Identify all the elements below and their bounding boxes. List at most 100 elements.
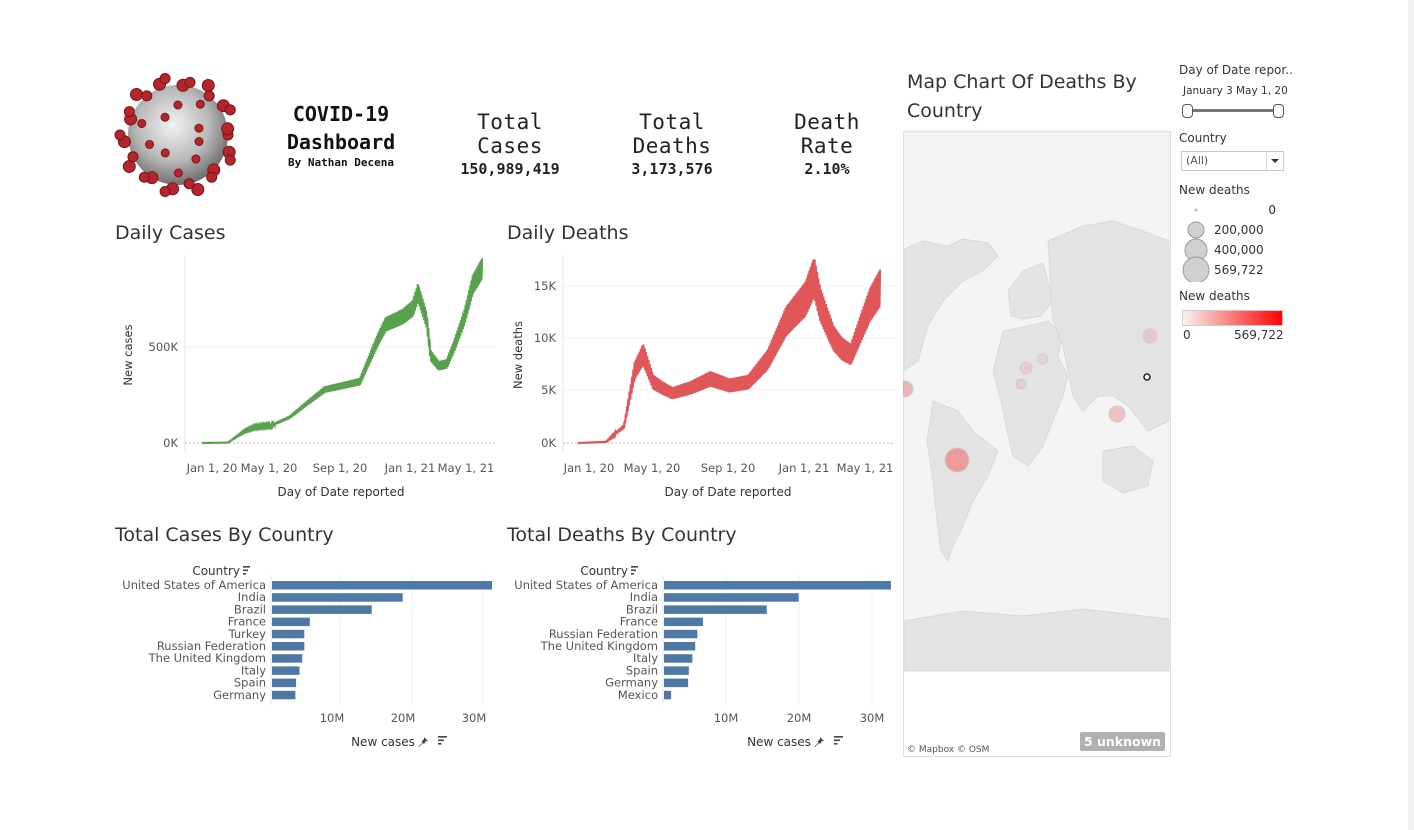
kpi-total-deaths: Total Deaths 3,173,576 bbox=[596, 110, 748, 178]
map-bubble[interactable] bbox=[1019, 361, 1033, 375]
date-filter-start: January 3 bbox=[1183, 85, 1233, 97]
bar[interactable] bbox=[664, 617, 703, 627]
daily-deaths-chart[interactable]: 15K 10K 5K 0K New deaths Jan 1, 20 May 1… bbox=[502, 250, 898, 505]
sort-icon[interactable] bbox=[834, 736, 843, 745]
sort-icon[interactable] bbox=[243, 566, 250, 575]
cases-by-country-chart[interactable]: Country United States of AmericaIndiaBra… bbox=[110, 560, 502, 755]
size-legend: 0 200,000 400,000 569,722 bbox=[1182, 203, 1276, 282]
size-legend-title: New deaths bbox=[1179, 183, 1250, 197]
x-tick-label: Jan 1, 20 bbox=[563, 461, 615, 475]
series-line-new-cases[interactable] bbox=[202, 258, 484, 445]
bar[interactable] bbox=[272, 605, 372, 614]
y-tick-label: 500K bbox=[149, 340, 179, 354]
x-tick-label: 10M bbox=[714, 711, 739, 725]
kpi-label: Total Deaths bbox=[632, 110, 712, 158]
bar[interactable] bbox=[272, 581, 493, 590]
series-line-new-deaths[interactable] bbox=[578, 259, 882, 445]
deaths-by-country-chart[interactable]: Country United States of AmericaIndiaBra… bbox=[502, 560, 898, 755]
sort-icon[interactable] bbox=[631, 566, 638, 575]
x-tick-label: Jan 1, 20 bbox=[186, 461, 238, 475]
kpi-value: 150,989,419 bbox=[460, 160, 560, 178]
unknown-locations-badge[interactable]: 5 unknown bbox=[1080, 732, 1165, 751]
size-legend-dot bbox=[1194, 208, 1198, 212]
y-tick-label: 10K bbox=[534, 331, 557, 345]
bar[interactable] bbox=[272, 690, 296, 700]
pin-icon[interactable] bbox=[814, 735, 825, 747]
map-bubble[interactable] bbox=[1037, 353, 1049, 365]
dimension-header: Country bbox=[192, 564, 240, 578]
author-subtitle: By Nathan Decena bbox=[288, 156, 394, 169]
bar[interactable] bbox=[272, 629, 305, 639]
x-axis-title: Day of Date reported bbox=[664, 485, 791, 499]
bar[interactable] bbox=[664, 605, 767, 614]
map-title-line-2: Country bbox=[907, 100, 983, 122]
pin-icon[interactable] bbox=[418, 735, 429, 747]
bar[interactable] bbox=[272, 617, 310, 627]
map-title-line-1: Map Chart Of Deaths By bbox=[907, 71, 1137, 93]
y-tick-label: 0K bbox=[163, 436, 178, 450]
x-tick-label: Jan 1, 21 bbox=[384, 461, 436, 475]
x-tick-label: 30M bbox=[462, 711, 487, 725]
bar[interactable] bbox=[664, 654, 693, 663]
x-tick-label: May 1, 21 bbox=[438, 461, 495, 475]
x-axis-title: Day of Date reported bbox=[277, 485, 404, 499]
bar[interactable] bbox=[272, 593, 403, 602]
y-tick-label: 0K bbox=[541, 436, 556, 450]
map-bubble[interactable] bbox=[1108, 405, 1126, 423]
bar[interactable] bbox=[664, 593, 799, 602]
bar[interactable] bbox=[272, 642, 305, 651]
bar[interactable] bbox=[664, 666, 689, 675]
world-map[interactable]: © Mapbox © OSM bbox=[903, 131, 1171, 757]
bar[interactable] bbox=[272, 678, 297, 688]
chevron-down-icon[interactable] bbox=[1266, 152, 1283, 170]
y-tick-label: 15K bbox=[534, 279, 557, 293]
bar[interactable] bbox=[272, 666, 300, 675]
map-bubble[interactable] bbox=[944, 447, 970, 473]
size-legend-label: 0 bbox=[1268, 203, 1276, 217]
x-tick-label: 20M bbox=[787, 711, 812, 725]
kpi-total-cases: Total Cases 150,989,419 bbox=[440, 110, 580, 178]
date-filter-end: May 1, 20 bbox=[1236, 85, 1288, 97]
map-marker[interactable] bbox=[1143, 373, 1151, 381]
x-tick-label: May 1, 20 bbox=[241, 461, 298, 475]
bar[interactable] bbox=[272, 654, 303, 663]
kpi-death-rate: Death Rate 2.10% bbox=[764, 110, 890, 178]
country-filter-label: Country bbox=[1179, 131, 1227, 145]
bar[interactable] bbox=[664, 629, 698, 639]
antarctica bbox=[903, 608, 1170, 672]
category-label: Mexico bbox=[618, 688, 658, 702]
cases-by-country-title: Total Cases By Country bbox=[115, 524, 334, 546]
map-bubble[interactable] bbox=[1015, 378, 1027, 390]
x-tick-label: 10M bbox=[320, 711, 345, 725]
date-range-end-handle[interactable] bbox=[1273, 104, 1284, 118]
size-legend-label: 569,722 bbox=[1214, 263, 1264, 277]
bar[interactable] bbox=[664, 581, 891, 590]
virus-icon bbox=[114, 72, 236, 198]
date-range-track bbox=[1186, 109, 1280, 112]
x-tick-label: 30M bbox=[860, 711, 885, 725]
bar[interactable] bbox=[664, 678, 689, 688]
x-tick-label: May 1, 20 bbox=[624, 461, 681, 475]
x-tick-label: 20M bbox=[391, 711, 416, 725]
kpi-label: Total Cases bbox=[477, 110, 543, 158]
color-legend-max: 569,722 bbox=[1234, 328, 1284, 342]
map-title: Map Chart Of Deaths By Country bbox=[907, 68, 1137, 126]
window-right-edge bbox=[1408, 0, 1414, 830]
bar[interactable] bbox=[664, 642, 696, 651]
date-range-start-handle[interactable] bbox=[1182, 104, 1193, 118]
color-legend-title: New deaths bbox=[1179, 289, 1250, 303]
bar[interactable] bbox=[664, 690, 672, 700]
date-filter-label: Day of Date repor.. bbox=[1179, 63, 1293, 77]
map-attribution: © Mapbox © OSM bbox=[907, 745, 989, 755]
y-tick-label: 5K bbox=[541, 383, 556, 397]
daily-deaths-title: Daily Deaths bbox=[507, 222, 629, 244]
country-dropdown[interactable]: (All) bbox=[1181, 151, 1284, 171]
size-legend-label: 400,000 bbox=[1214, 243, 1264, 257]
size-legend-dot bbox=[1182, 256, 1210, 282]
y-axis-title: New deaths bbox=[511, 321, 525, 389]
daily-cases-chart[interactable]: 500K 0K New cases Jan 1, 20 May 1, 20 Se… bbox=[110, 250, 502, 505]
sort-icon[interactable] bbox=[438, 736, 447, 745]
map-bubble[interactable] bbox=[1142, 328, 1158, 344]
x-axis-title: New cases bbox=[351, 735, 415, 749]
title-line-2: Dashboard bbox=[286, 130, 396, 154]
